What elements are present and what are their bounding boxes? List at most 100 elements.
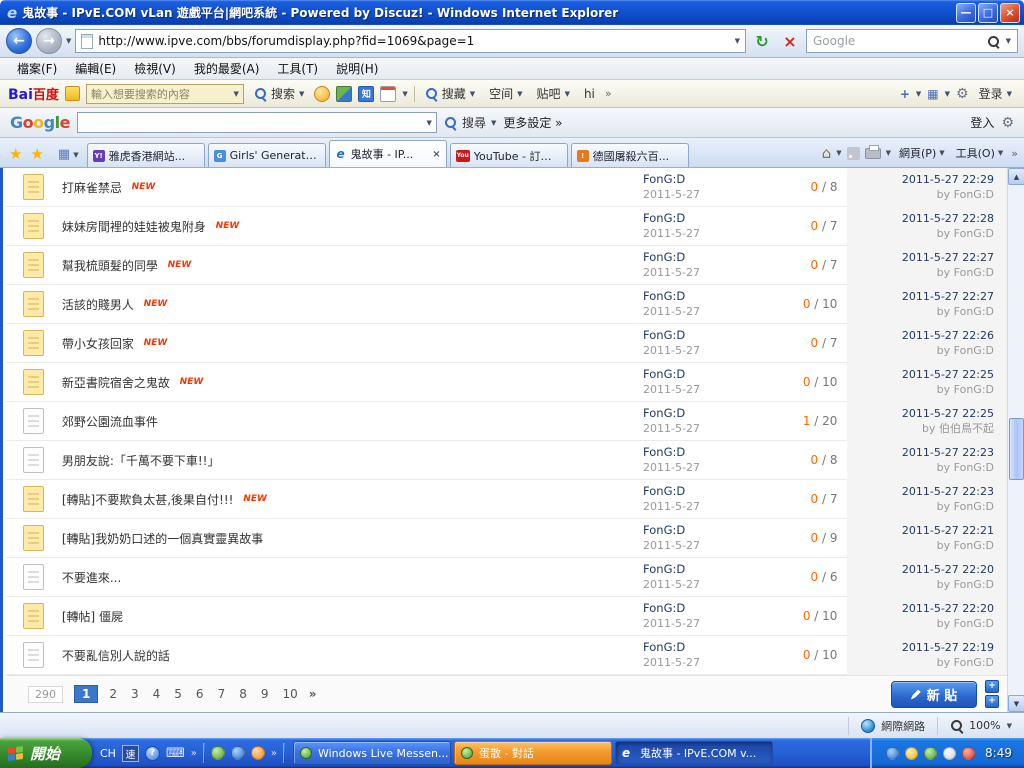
baidu-overflow-icon[interactable]: » (605, 87, 612, 100)
tab-ghost-story-active[interactable]: e 鬼故事 - IP... × (329, 140, 447, 167)
minimize-button[interactable]: — (956, 3, 976, 23)
baidu-search-button[interactable]: 搜索 ▼ (250, 83, 308, 104)
rss-feed-icon[interactable] (847, 147, 860, 160)
ime-icon[interactable]: 速 (122, 745, 139, 762)
page-number[interactable]: 6 (196, 687, 204, 701)
address-dropdown-icon[interactable]: ▼ (735, 37, 740, 45)
menu-file[interactable]: 檔案(F) (8, 59, 66, 78)
lastpost-author-link[interactable]: by FonG:D (937, 265, 994, 280)
thread-title-link[interactable]: [轉貼]我奶奶口述的一個真實靈異故事 (62, 532, 263, 546)
lastpost-time-link[interactable]: 2011-5-27 22:20 (902, 562, 994, 577)
stop-button[interactable]: × (778, 29, 802, 53)
quicklaunch-app-icon[interactable] (251, 746, 265, 760)
baidu-app-icon[interactable] (65, 86, 80, 101)
page-number[interactable]: 3 (131, 687, 139, 701)
messenger-tray-icon[interactable] (924, 747, 937, 760)
thread-title-link[interactable]: 郊野公園流血事件 (62, 415, 158, 429)
antivirus-tray-icon[interactable] (962, 747, 975, 760)
next-pages-button[interactable]: » (309, 687, 317, 701)
baidu-tieba-button[interactable]: 贴吧 ▼ (533, 83, 574, 104)
close-button[interactable]: × (1000, 3, 1020, 23)
lastpost-author-link[interactable]: by FonG:D (937, 577, 994, 592)
thread-author-link[interactable]: FonG:D (643, 172, 793, 187)
lastpost-time-link[interactable]: 2011-5-27 22:19 (902, 640, 994, 655)
calendar-icon[interactable] (380, 86, 396, 102)
scroll-down-icon[interactable]: ▼ (1008, 695, 1024, 712)
menu-help[interactable]: 說明(H) (327, 59, 387, 78)
back-button[interactable]: ← (6, 28, 32, 54)
home-icon[interactable]: ⌂ (822, 144, 832, 162)
baidu-add-dropdown-icon[interactable]: ▼ (916, 90, 921, 98)
thread-title-link[interactable]: 不要進來... (62, 571, 121, 585)
lastpost-author-link[interactable]: by FonG:D (937, 538, 994, 553)
lastpost-author-link[interactable]: by FonG:D (937, 655, 994, 670)
maximize-button[interactable]: □ (978, 3, 998, 23)
volume-icon[interactable] (943, 747, 956, 760)
task-windows-live-messenger[interactable]: Windows Live Messen... (293, 741, 451, 765)
address-bar[interactable]: http://www.ipve.com/bbs/forumdisplay.php… (75, 29, 746, 53)
page-number[interactable]: 7 (218, 687, 226, 701)
thread-title-link[interactable]: 活該的賤男人 (62, 298, 134, 312)
update-tray-icon[interactable] (905, 747, 918, 760)
thread-author-link[interactable]: FonG:D (643, 601, 793, 616)
new-poll-expand-button[interactable]: + (985, 695, 999, 708)
thread-author-link[interactable]: FonG:D (643, 523, 793, 538)
bluetooth-tray-icon[interactable] (886, 747, 899, 760)
task-ie-ghost-story[interactable]: e 鬼故事 - IPvE.COM v... (615, 741, 773, 765)
baidu-search-dropdown-icon[interactable]: ▼ (299, 90, 304, 98)
keyboard-icon[interactable]: ⌨ (166, 746, 185, 761)
lastpost-time-link[interactable]: 2011-5-27 22:23 (902, 445, 994, 460)
thread-title-link[interactable]: 打麻雀禁忌 (62, 181, 122, 195)
page-number[interactable]: 4 (153, 687, 161, 701)
ime-help-icon[interactable]: ? (145, 746, 160, 761)
lastpost-time-link[interactable]: 2011-5-27 22:21 (902, 523, 994, 538)
google-more-settings[interactable]: 更多設定 » (503, 114, 562, 131)
window-titlebar[interactable]: e 鬼故事 - IPvE.COM vLan 遊戲平台|網吧系統 - Powere… (0, 0, 1024, 25)
forward-button[interactable]: → (36, 28, 62, 54)
lastpost-time-link[interactable]: 2011-5-27 22:28 (902, 211, 994, 226)
menu-view[interactable]: 檢視(V) (125, 59, 185, 78)
quicklaunch-overflow-icon[interactable]: » (271, 748, 277, 759)
menu-favorites[interactable]: 我的最愛(A) (185, 59, 269, 78)
thread-title-link[interactable]: 帶小女孩回家 (62, 337, 134, 351)
thread-author-link[interactable]: FonG:D (643, 640, 793, 655)
search-dropdown-icon[interactable]: ▼ (1006, 37, 1011, 45)
thread-title-link[interactable]: 妹妹房間裡的娃娃被鬼附身 (62, 220, 206, 234)
tab-girls-generation[interactable]: G Girls' Generation... (208, 143, 326, 167)
quick-tabs-button[interactable]: ▦ ▼ (55, 147, 84, 167)
start-button[interactable]: 開始 (0, 738, 92, 768)
zoom-control[interactable]: 100% ▼ (937, 717, 1024, 735)
thread-author-link[interactable]: FonG:D (643, 250, 793, 265)
thread-title-link[interactable]: 幫我梳頭髮的同學 (62, 259, 158, 273)
quicklaunch-messenger-icon[interactable] (211, 746, 225, 760)
baidu-more-dropdown-icon[interactable]: ▼ (402, 90, 407, 98)
lastpost-time-link[interactable]: 2011-5-27 22:25 (902, 367, 994, 382)
lastpost-author-link[interactable]: by FonG:D (937, 382, 994, 397)
page-number[interactable]: 9 (261, 687, 269, 701)
new-post-button[interactable]: 新 貼 (891, 681, 977, 708)
google-login-button[interactable]: 登入 (970, 114, 994, 131)
baidu-add-icon[interactable]: + (900, 87, 910, 101)
search-icon[interactable] (987, 35, 1000, 48)
print-icon[interactable] (865, 148, 881, 159)
page-menu[interactable]: 網頁(P) ▼ (896, 145, 948, 161)
google-search-input[interactable]: ▼ (77, 112, 437, 133)
tools-menu[interactable]: 工具(O) ▼ (953, 145, 1007, 161)
thread-title-link[interactable]: 男朋友說:「千萬不要下車!!」 (62, 454, 220, 468)
thread-title-link[interactable]: 新亞書院宿舍之鬼故 (62, 376, 170, 390)
thread-title-link[interactable]: [轉帖] 僵屍 (62, 610, 123, 624)
baidu-input-dropdown-icon[interactable]: ▼ (234, 90, 239, 98)
thread-title-link[interactable]: [轉貼]不要欺負太甚,後果自付!!! (62, 493, 234, 507)
lastpost-author-link[interactable]: by FonG:D (937, 499, 994, 514)
thread-author-link[interactable]: FonG:D (643, 562, 793, 577)
history-dropdown-icon[interactable]: ▼ (66, 37, 71, 45)
page-number[interactable]: 8 (239, 687, 247, 701)
thread-author-link[interactable]: FonG:D (643, 289, 793, 304)
scroll-up-icon[interactable]: ▲ (1008, 168, 1024, 185)
baidu-apps-grid-icon[interactable]: ▦ (927, 87, 938, 101)
lastpost-author-link[interactable]: by FonG:D (937, 343, 994, 358)
thread-author-link[interactable]: FonG:D (643, 367, 793, 382)
baidu-settings-icon[interactable]: ⚙ (956, 86, 969, 102)
lastpost-time-link[interactable]: 2011-5-27 22:26 (902, 328, 994, 343)
lastpost-author-link[interactable]: by FonG:D (937, 616, 994, 631)
